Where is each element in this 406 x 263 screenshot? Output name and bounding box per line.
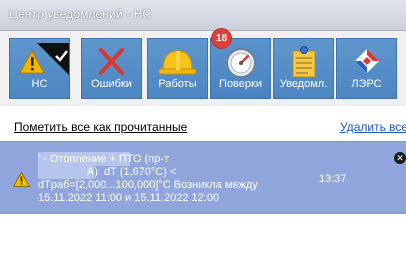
actions-bar: Пометить все как прочитанные Удалить все: [0, 117, 406, 139]
lers-logo-icon: [355, 49, 379, 73]
hard-hat-icon: [158, 50, 197, 75]
window-title: Центр уведомлений - НС: [9, 7, 152, 21]
notification-message: ' - Отопление + ПТО (пр-т А): dT (1,670°…: [38, 153, 258, 204]
notepad-pin-icon: [292, 46, 316, 78]
title-bar: Центр уведомлений - НС: [0, 0, 406, 31]
tool-works-label: Работы: [158, 78, 197, 90]
tool-checks-label: Поверки: [219, 78, 262, 90]
checks-count-badge: 18: [211, 28, 232, 49]
notification-time: 13:37: [319, 173, 347, 185]
tool-ns-label: НС: [31, 78, 48, 90]
notification-item[interactable]: ' - Отопление + ПТО (пр-т А): dT (1,670°…: [0, 141, 406, 214]
tool-ns-button[interactable]: НС: [9, 38, 70, 99]
red-x-icon: [99, 48, 124, 75]
tool-lers-button[interactable]: ЛЭРС: [336, 38, 397, 99]
warning-icon: [13, 172, 30, 187]
delete-all-link[interactable]: Удалить все: [340, 120, 406, 134]
tool-works-button[interactable]: Работы: [147, 38, 208, 99]
tool-notifications-button[interactable]: Уведомл.: [273, 38, 334, 99]
tool-errors-button[interactable]: Ошибки: [81, 38, 142, 99]
tool-notifications-label: Уведомл.: [279, 78, 328, 90]
tool-lers-label: ЛЭРС: [351, 78, 382, 90]
category-toolbar: НС Ошибки Работы Поверки Уведомл. ЛЭРС: [0, 31, 406, 106]
mark-all-read-link[interactable]: Пометить все как прочитанные: [14, 120, 187, 134]
warning-check-icon: [19, 43, 69, 75]
tool-errors-label: Ошибки: [91, 78, 132, 90]
notification-close-button[interactable]: ✕: [394, 152, 406, 164]
